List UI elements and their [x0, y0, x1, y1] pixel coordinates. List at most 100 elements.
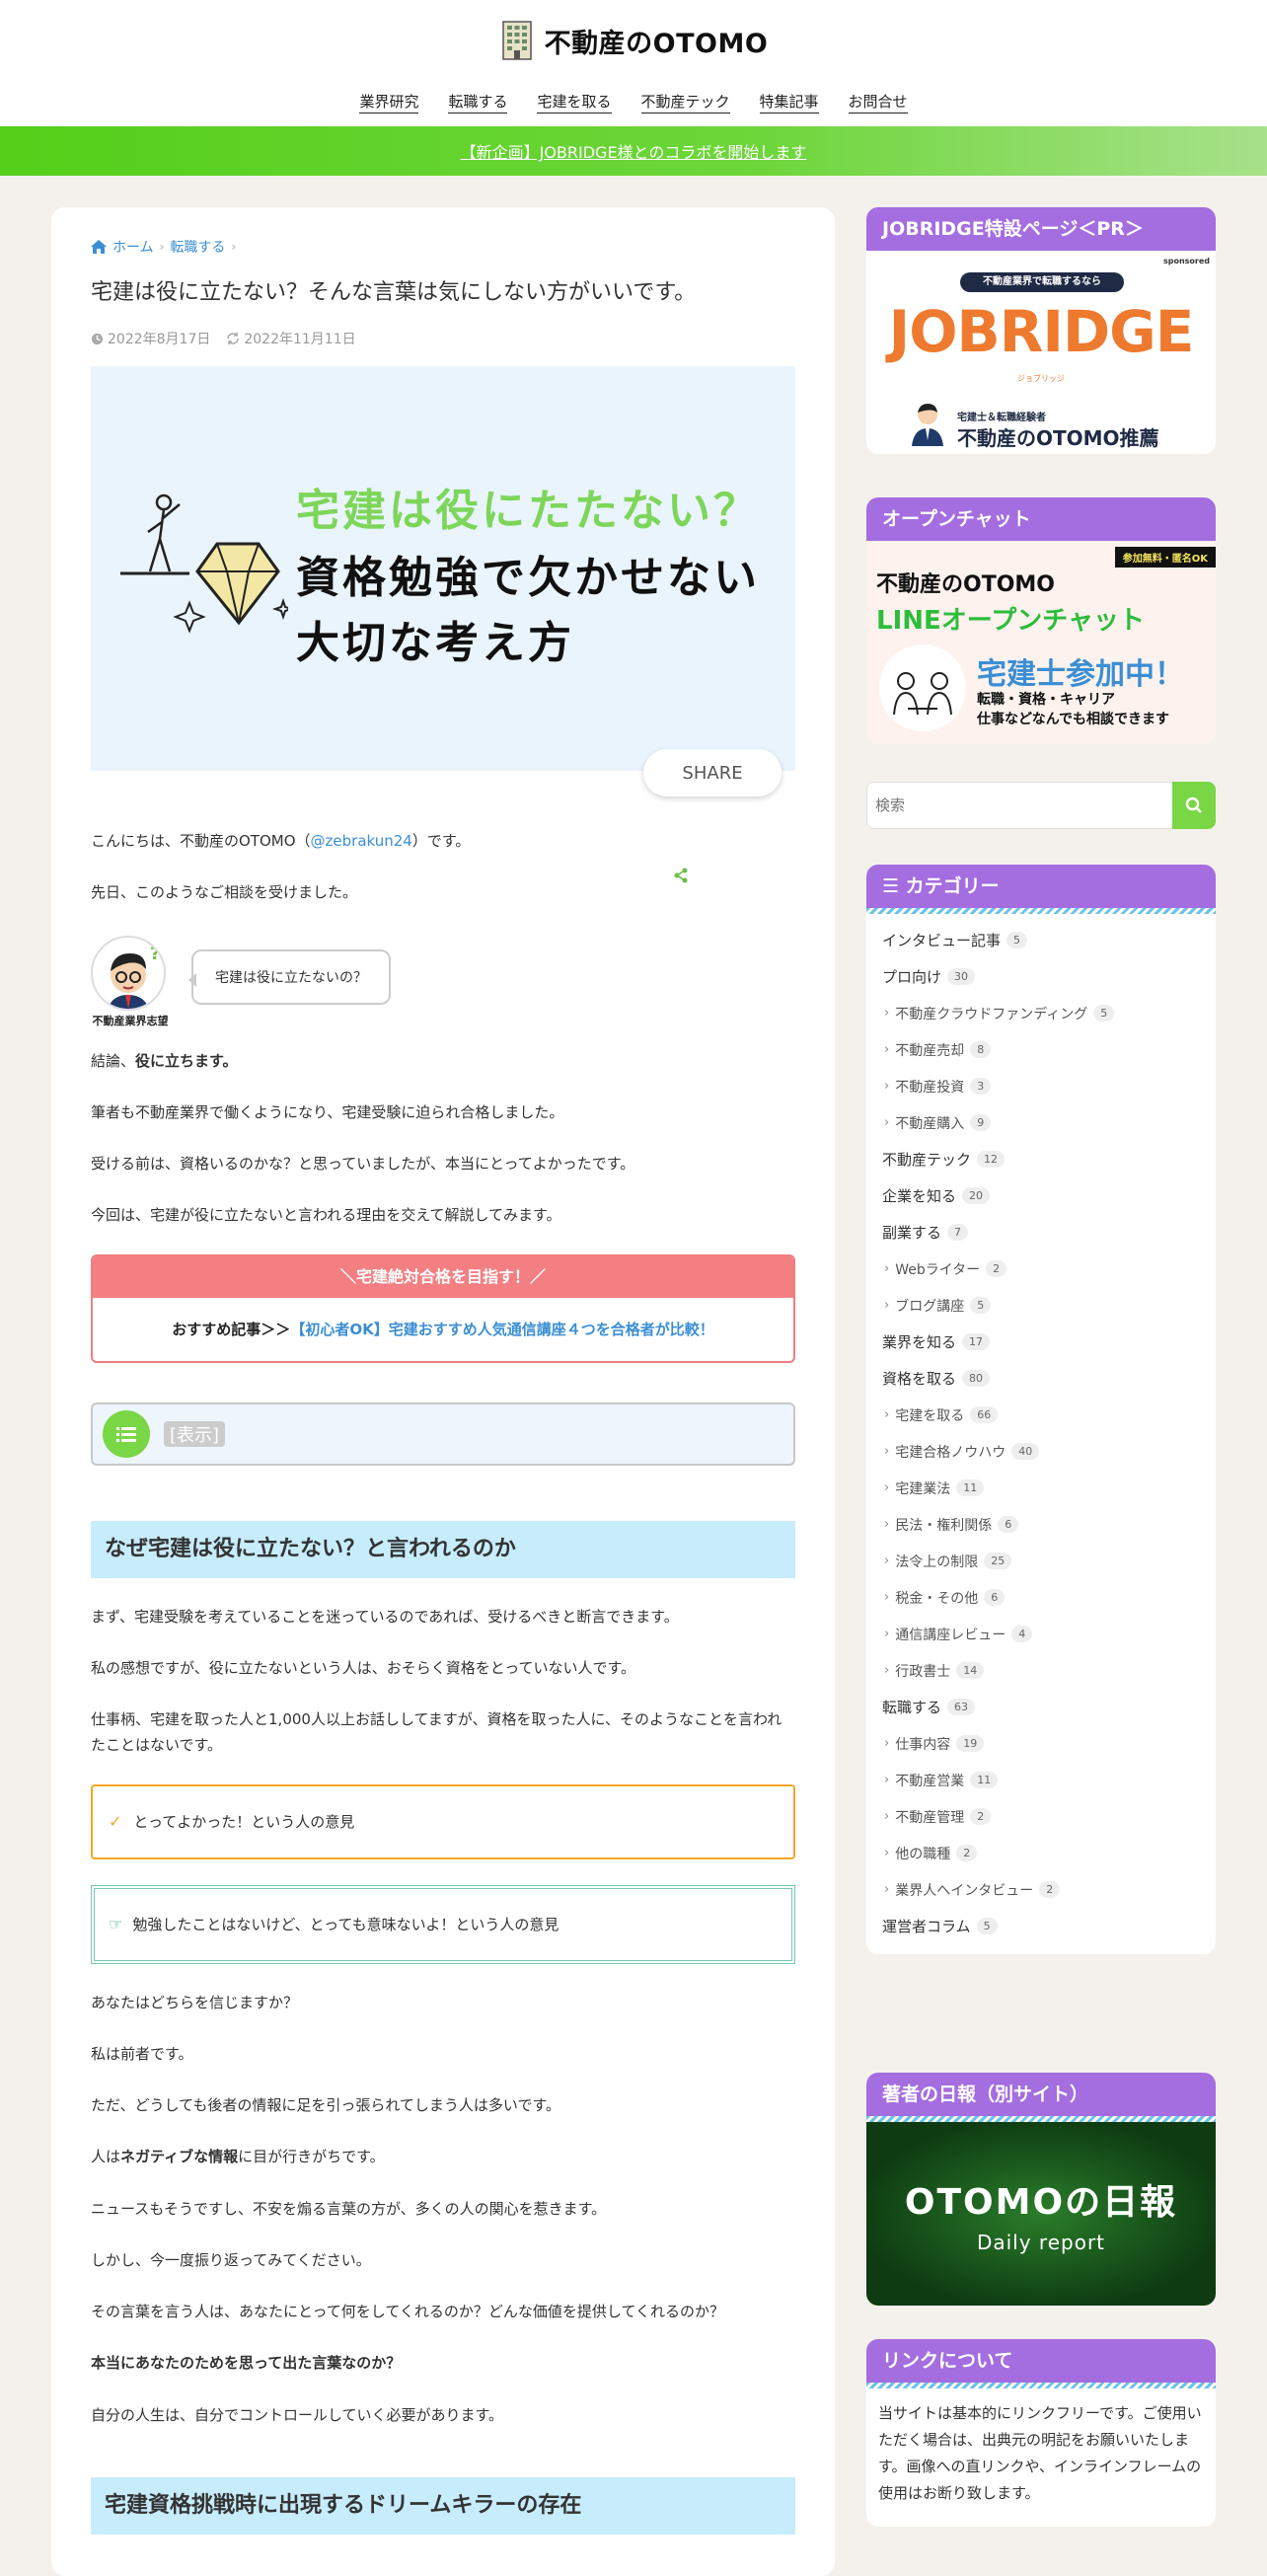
- share-icon: [674, 868, 688, 883]
- share-button[interactable]: SHARE: [643, 749, 782, 883]
- category-item[interactable]: › 民法・権利関係 6: [882, 1506, 1200, 1543]
- updated-date: 2022年11月11日: [244, 332, 356, 347]
- category-item[interactable]: 不動産テック 12: [882, 1141, 1200, 1177]
- category-label: プロ向け: [882, 968, 942, 986]
- category-item[interactable]: 企業を知る 20: [882, 1177, 1200, 1214]
- category-count: 2: [986, 1260, 1007, 1277]
- category-item[interactable]: › 税金・その他 6: [882, 1579, 1200, 1616]
- nav-item-industry[interactable]: 業界研究: [359, 91, 419, 114]
- search-input[interactable]: [866, 782, 1172, 829]
- search-icon: [1185, 796, 1202, 813]
- list-icon: ☰: [882, 875, 906, 897]
- category-item[interactable]: 資格を取る 80: [882, 1360, 1200, 1397]
- nav-item-contact[interactable]: お問合せ: [848, 91, 908, 114]
- nav-item-features[interactable]: 特集記事: [759, 91, 819, 114]
- category-label: 業界を知る: [882, 1333, 957, 1351]
- toc-toggle[interactable]: [表示]: [164, 1420, 226, 1447]
- category-item[interactable]: › 宅建合格ノウハウ 40: [882, 1433, 1200, 1470]
- speech-balloon: ? 不動産業界志望 宅建は役に立たないの？: [91, 935, 795, 1034]
- chevron-right-icon: ›: [884, 1042, 890, 1057]
- paragraph: ニュースもそうですし、不安を煽る言葉の方が、多くの人の関心を惹きます。: [91, 2199, 607, 2218]
- category-count: 7: [947, 1224, 969, 1241]
- gem-illustration-icon: [120, 493, 288, 634]
- category-count: 5: [1006, 932, 1028, 948]
- pointing-hand-icon: ☞: [109, 1915, 123, 1933]
- chevron-right-icon: ›: [884, 1115, 890, 1130]
- category-item[interactable]: › 不動産クラウドファンディング 5: [882, 995, 1200, 1031]
- category-label: 資格を取る: [882, 1370, 957, 1388]
- openchat-line-4: 転職・資格・キャリア: [977, 692, 1115, 708]
- section-heading: 宅建資格挑戦時に出現するドリームキラーの存在: [91, 2476, 795, 2535]
- breadcrumb-category[interactable]: 転職する: [170, 237, 225, 257]
- category-item[interactable]: › 仕事内容 19: [882, 1725, 1200, 1762]
- chevron-right-icon: ›: [884, 1663, 890, 1678]
- category-count: 2: [956, 1845, 978, 1861]
- category-item[interactable]: › 業界人へインタビュー 2: [882, 1871, 1200, 1908]
- breadcrumb: ホーム › 転職する ›: [91, 237, 795, 257]
- category-item[interactable]: › 不動産売却 8: [882, 1031, 1200, 1068]
- category-item[interactable]: 業界を知る 17: [882, 1324, 1200, 1360]
- search-form: [866, 782, 1216, 829]
- category-count: 19: [956, 1735, 985, 1752]
- search-button[interactable]: [1172, 782, 1216, 829]
- category-item[interactable]: 転職する 63: [882, 1689, 1200, 1725]
- category-count: 3: [970, 1078, 992, 1095]
- jobridge-banner[interactable]: sponsored 不動産業界で転職するなら JOBRIDGE ジョブリッジ 宅…: [866, 251, 1216, 454]
- category-item[interactable]: › 宅建業法 11: [882, 1470, 1200, 1506]
- paragraph: しかし、今一度振り返ってみてください。: [91, 2250, 371, 2269]
- category-item[interactable]: 運営者コラム 5: [882, 1908, 1200, 1944]
- category-label: 民法・権利関係: [895, 1517, 993, 1534]
- check-icon: ✓: [109, 1812, 122, 1831]
- category-item[interactable]: › 法令上の制限 25: [882, 1543, 1200, 1579]
- nav-item-tech[interactable]: 不動産テック: [640, 91, 730, 114]
- twitter-link[interactable]: @zebrakun24: [311, 832, 412, 850]
- category-item[interactable]: プロ向け 30: [882, 958, 1200, 995]
- category-item[interactable]: › 不動産管理 2: [882, 1798, 1200, 1835]
- category-label: 宅建業法: [895, 1480, 951, 1497]
- chevron-right-icon: ›: [231, 240, 237, 254]
- openchat-banner[interactable]: 参加無料・匿名OK 不動産のOTOMO LINEオープンチャット 宅建士参加中！…: [866, 541, 1216, 744]
- share-label: SHARE: [682, 762, 743, 784]
- category-item[interactable]: › 宅建を取る 66: [882, 1397, 1200, 1433]
- category-item[interactable]: › 不動産営業 11: [882, 1762, 1200, 1798]
- chevron-right-icon: ›: [884, 1480, 890, 1495]
- category-count: 66: [970, 1406, 999, 1423]
- breadcrumb-home[interactable]: ホーム: [112, 237, 154, 257]
- category-count: 40: [1011, 1443, 1040, 1460]
- chevron-right-icon: ›: [884, 1407, 890, 1422]
- recommend-link[interactable]: 【初心者OK】宅建おすすめ人気通信講座４つを合格者が比較！: [290, 1319, 713, 1339]
- notice-link[interactable]: 【新企画】JOBRIDGE様とのコラボを開始します: [461, 139, 807, 163]
- man-avatar-icon: [912, 404, 943, 446]
- category-label: 不動産テック: [882, 1151, 972, 1169]
- category-item[interactable]: › ブログ講座 5: [882, 1287, 1200, 1324]
- global-nav: 業界研究 転職する 宅建を取る 不動産テック 特集記事 お問合せ: [0, 91, 1267, 114]
- paragraph: 本当にあなたのためを思って出た言葉なのか？: [91, 2354, 402, 2373]
- widget-heading: ☰ カテゴリー: [866, 865, 1216, 914]
- table-of-contents[interactable]: [表示]: [91, 1402, 795, 1466]
- category-item[interactable]: › Webライター 2: [882, 1250, 1200, 1287]
- chevron-right-icon: ›: [159, 240, 165, 254]
- nav-item-license[interactable]: 宅建を取る: [537, 91, 612, 114]
- jobridge-caption-big: 不動産のOTOMO推薦: [957, 426, 1159, 450]
- paragraph: 受ける前は、資格いるのかな？と思っていましたが、本当にとってよかったです。: [91, 1155, 635, 1173]
- paragraph: 人はネガティブな情報に目が行きがちです。: [91, 2148, 385, 2166]
- category-count: 4: [1011, 1626, 1033, 1642]
- category-item[interactable]: インタビュー記事 5: [882, 922, 1200, 958]
- category-label: 不動産クラウドファンディング: [895, 1006, 1088, 1023]
- paragraph: 自分の人生は、自分でコントロールしていく必要があります。: [91, 2405, 504, 2424]
- category-count: 80: [962, 1370, 991, 1387]
- diary-banner[interactable]: OTOMOの日報 Daily report: [866, 2122, 1216, 2306]
- links-text: 当サイトは基本的にリンクフリーです。ご使用いただく場合は、出典元の明記をお願いい…: [878, 2404, 1202, 2502]
- nav-item-career[interactable]: 転職する: [448, 91, 508, 114]
- category-item[interactable]: › 行政書士 14: [882, 1652, 1200, 1689]
- category-item[interactable]: › 不動産投資 3: [882, 1068, 1200, 1104]
- site-logo[interactable]: 不動産のOTOMO: [0, 20, 1267, 61]
- category-item[interactable]: › 通信講座レビュー 4: [882, 1616, 1200, 1652]
- article-card: ホーム › 転職する › 宅建は役に立たない？そんな言葉は気にしない方がいいです…: [51, 207, 835, 2576]
- category-item[interactable]: › 他の職種 2: [882, 1835, 1200, 1871]
- openchat-line-3: 宅建士参加中！: [977, 657, 1184, 692]
- category-item[interactable]: 副業する 7: [882, 1214, 1200, 1250]
- category-label: ブログ講座: [895, 1298, 965, 1315]
- widget-diary: 著者の日報（別サイト） OTOMOの日報 Daily report: [866, 2073, 1216, 2306]
- category-item[interactable]: › 不動産購入 9: [882, 1104, 1200, 1141]
